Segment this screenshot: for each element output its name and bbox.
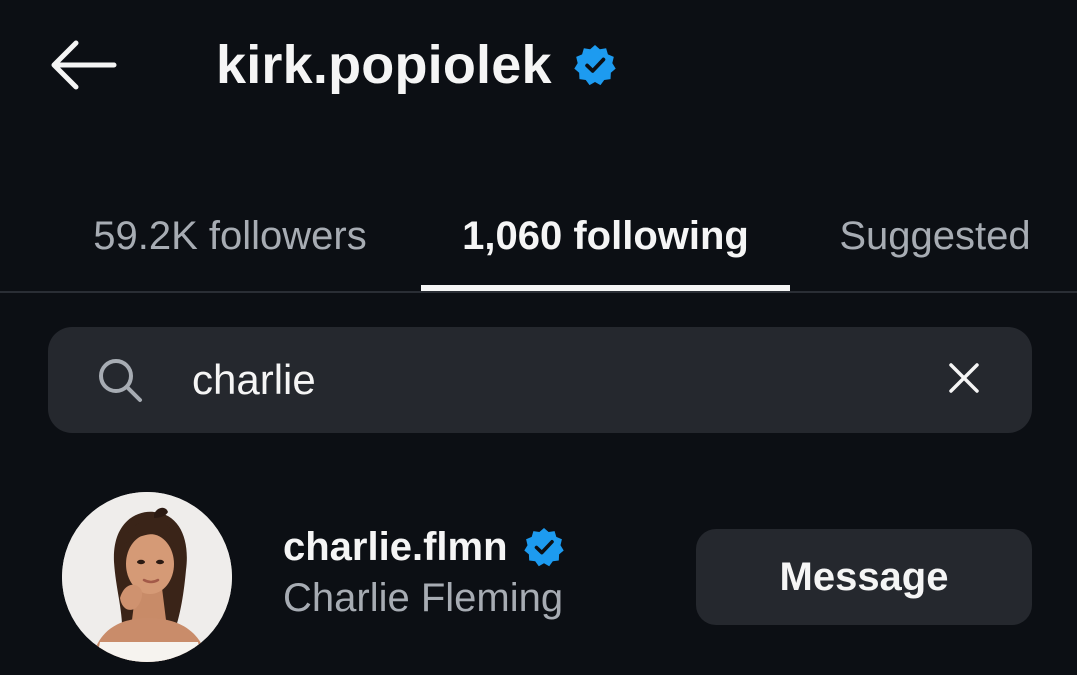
verified-badge-icon [523,527,564,567]
search-input[interactable] [192,351,932,409]
list-item[interactable]: charlie.flmn Charlie Fleming Message [0,480,1077,675]
close-icon [948,362,980,399]
following-screen: kirk.popiolek 59.2K followers 1,060 foll… [0,0,1077,675]
avatar[interactable] [62,492,232,662]
result-full-name: Charlie Fleming [283,576,564,620]
tab-followers[interactable]: 59.2K followers [50,180,410,292]
search-bar [48,327,1032,433]
follow-tabs: 59.2K followers 1,060 following Suggeste… [0,180,1077,292]
message-button[interactable]: Message [696,529,1032,625]
back-button[interactable] [48,40,120,94]
arrow-left-icon [48,39,118,96]
result-username: charlie.flmn [283,524,508,569]
clear-search-button[interactable] [944,360,984,400]
tab-following[interactable]: 1,060 following [421,180,790,292]
tab-suggested[interactable]: Suggested [800,180,1070,292]
profile-header: kirk.popiolek [216,30,616,100]
result-username-link[interactable]: charlie.flmn [283,520,564,574]
search-icon [96,356,144,404]
verified-badge-icon [574,44,616,86]
tabs-divider [0,291,1077,293]
profile-username: kirk.popiolek [216,35,552,95]
